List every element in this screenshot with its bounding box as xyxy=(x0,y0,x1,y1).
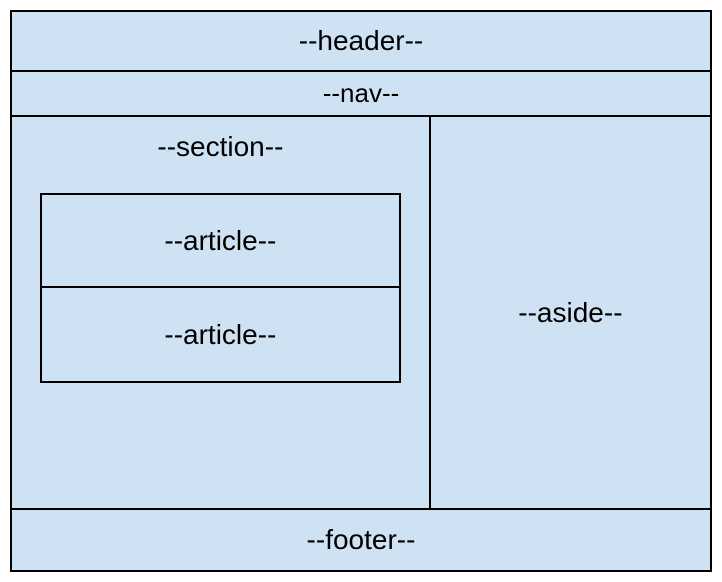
section-region: --section-- --article-- --article-- xyxy=(12,117,431,508)
articles-container: --article-- --article-- xyxy=(40,193,401,383)
article-region: --article-- xyxy=(40,288,401,383)
header-region: --header-- xyxy=(12,12,710,72)
layout-diagram: --header-- --nav-- --section-- --article… xyxy=(10,10,712,572)
article-label: --article-- xyxy=(164,225,276,257)
aside-region: --aside-- xyxy=(431,117,710,508)
aside-label: --aside-- xyxy=(518,297,622,329)
footer-region: --footer-- xyxy=(12,510,710,570)
footer-label: --footer-- xyxy=(307,524,416,556)
main-row: --section-- --article-- --article-- --as… xyxy=(12,117,710,510)
nav-region: --nav-- xyxy=(12,72,710,117)
article-region: --article-- xyxy=(40,193,401,288)
article-label: --article-- xyxy=(164,319,276,351)
header-label: --header-- xyxy=(299,25,423,57)
section-label: --section-- xyxy=(40,131,401,163)
nav-label: --nav-- xyxy=(323,78,400,109)
